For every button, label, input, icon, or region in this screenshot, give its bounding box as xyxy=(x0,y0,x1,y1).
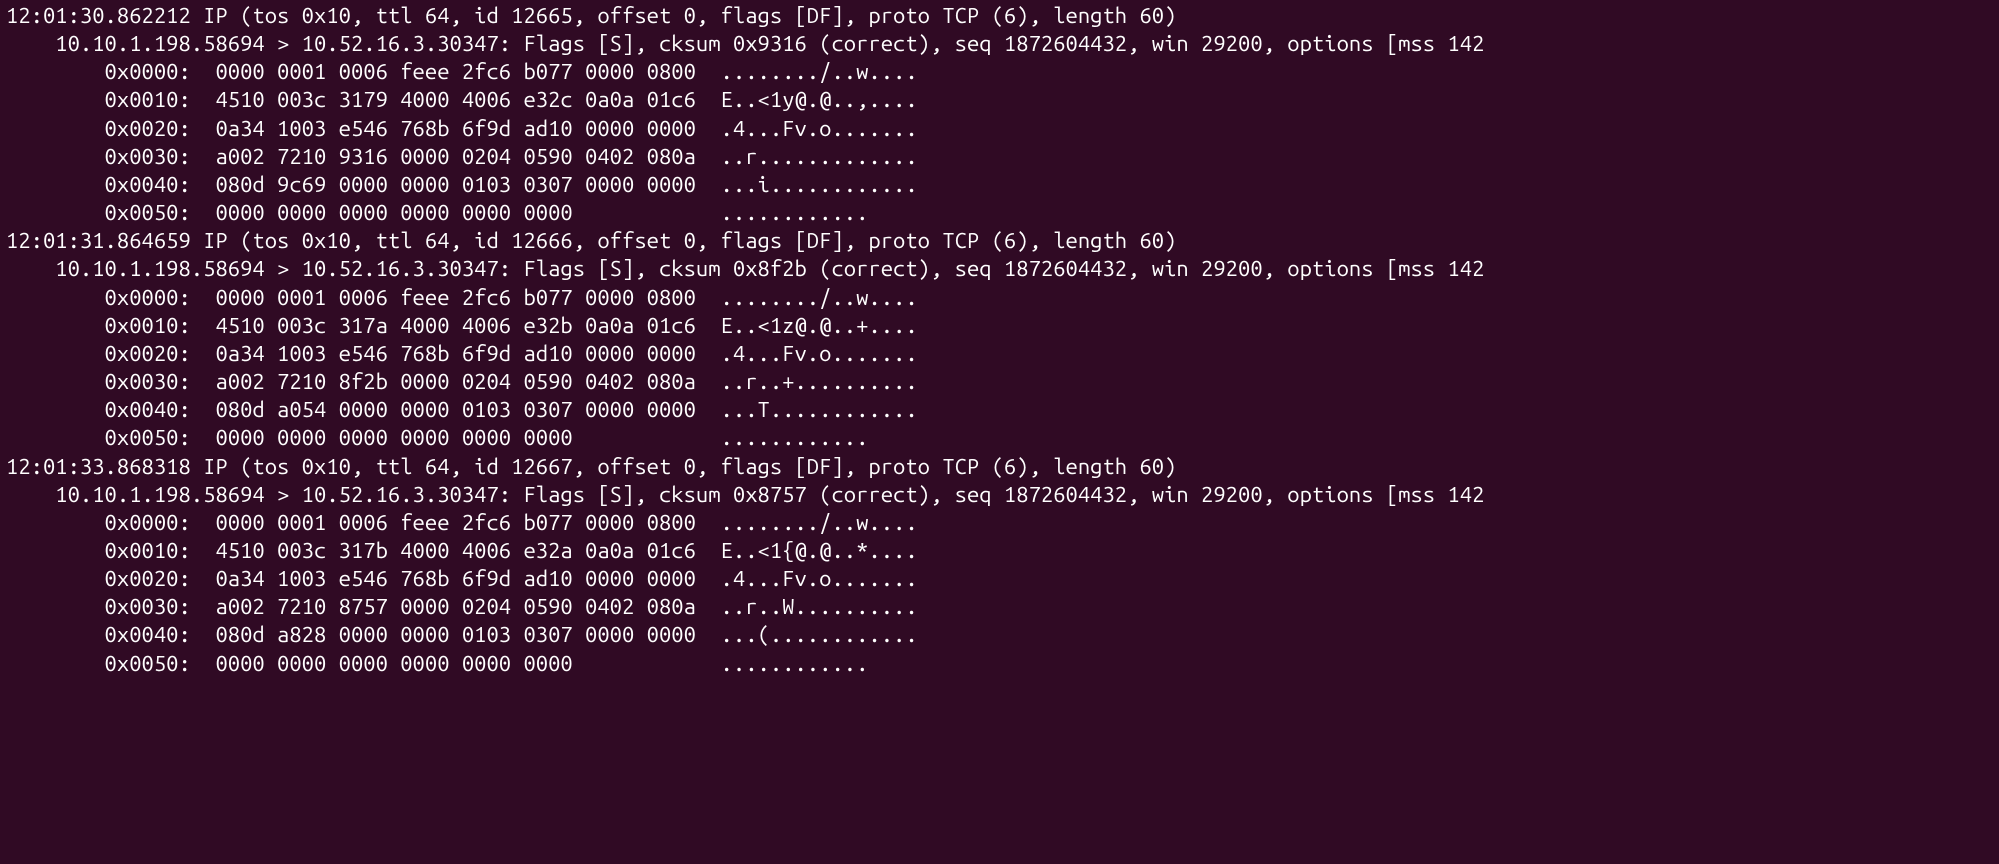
terminal-output: 12:01:30.862212 IP (tos 0x10, ttl 64, id… xyxy=(0,0,1999,680)
